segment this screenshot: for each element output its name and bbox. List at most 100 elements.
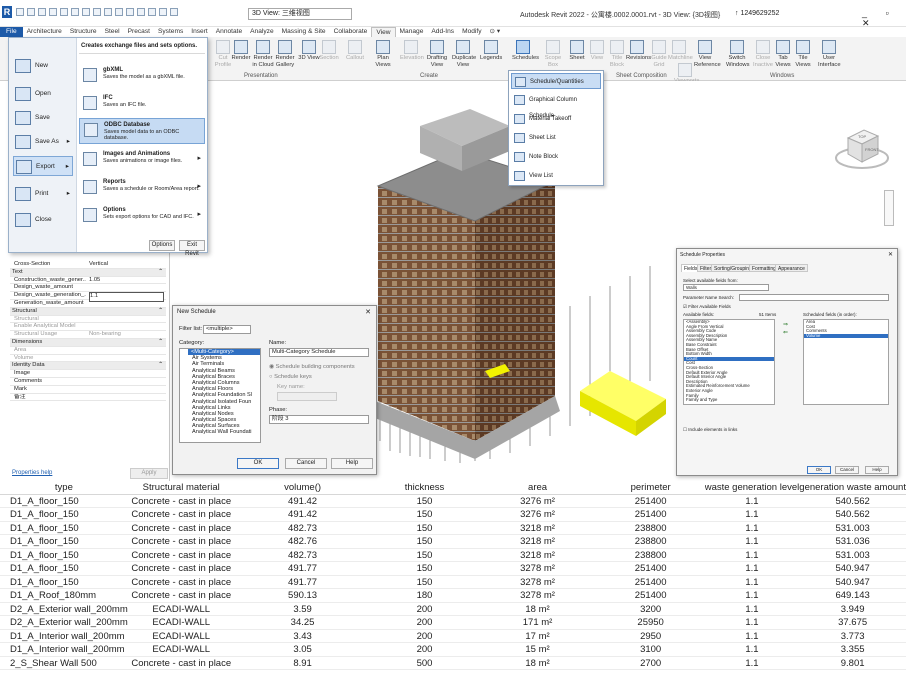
account-name[interactable]: ↑ 1249629252 (735, 10, 779, 17)
plan-views-button[interactable]: Plan Views (372, 40, 394, 68)
export-odbc-database[interactable]: ODBC Database Saves model data to an ODBC… (79, 118, 205, 144)
scheduled-fields-list[interactable]: Area Cost Comments Volume (803, 319, 889, 405)
tab-view[interactable]: View (371, 27, 396, 37)
text-icon[interactable] (115, 8, 123, 16)
exit-revit-button[interactable]: Exit Revit (179, 240, 205, 257)
property-row[interactable]: Design_waste_generation_... 1.1 (10, 292, 166, 302)
menu-material-takeoff[interactable]: Material Takeoff (511, 111, 601, 127)
scope-box-button[interactable]: Scope Box (542, 40, 564, 68)
schedule-keys-radio[interactable]: ○ Schedule keys (269, 374, 312, 380)
redo-icon[interactable] (60, 8, 68, 16)
legends-button[interactable]: Legends (480, 40, 502, 62)
tab-analyze[interactable]: Analyze (246, 27, 277, 37)
sync-icon[interactable] (38, 8, 46, 16)
view-button[interactable]: View (586, 40, 608, 62)
tab-collaborate[interactable]: Collaborate (330, 27, 372, 37)
select-from-dropdown[interactable]: Walls (683, 284, 769, 291)
tab-file[interactable]: File (0, 27, 23, 37)
tab-steel[interactable]: Steel (101, 27, 124, 37)
file-menu-print[interactable]: Print ▸ (13, 184, 73, 204)
help-button[interactable]: Help (865, 466, 889, 474)
open-icon[interactable] (16, 8, 24, 16)
tab-systems[interactable]: Systems (154, 27, 187, 37)
apply-button[interactable]: Apply (130, 468, 168, 479)
tab-precast[interactable]: Precast (124, 27, 154, 37)
close-icon[interactable]: ✕ (365, 308, 371, 316)
menu-sheet-list[interactable]: Sheet List (511, 130, 601, 146)
filter-available-checkbox[interactable]: ☑ Filter Available Fields (683, 304, 731, 310)
cancel-button[interactable]: Cancel (285, 458, 327, 469)
export-reports[interactable]: Reports Saves a schedule or Room/Area rep… (79, 176, 205, 202)
filter-list-select[interactable]: <multiple> (203, 325, 251, 334)
3d-view-button[interactable]: 3D View (298, 40, 320, 62)
scheduled-field[interactable]: Volume (804, 333, 888, 339)
property-row[interactable]: Structural (10, 316, 166, 324)
export-gbxml[interactable]: gbXML Saves the model as a gbXML file. (79, 64, 205, 90)
switch-windows-icon[interactable] (170, 8, 178, 16)
schedules-button[interactable]: Schedules (512, 40, 539, 62)
tab-item[interactable]: ⊙ ▾ (486, 27, 505, 37)
tab-annotate[interactable]: Annotate (212, 27, 246, 37)
view-cube-front[interactable]: FRONT (865, 147, 879, 152)
options-button[interactable]: Options (149, 240, 175, 251)
tile-views-button[interactable]: Tile Views (792, 40, 814, 68)
view-selector[interactable]: 3D View: 三维视图 (248, 8, 352, 20)
property-row[interactable]: 备注 (10, 394, 166, 402)
user-interface-button[interactable]: User Interface (818, 40, 841, 68)
property-row[interactable]: Construction_waste_gener... 1.05 (10, 277, 166, 285)
menu-view-list[interactable]: View List (511, 168, 601, 184)
file-menu-save-as[interactable]: Save As ▸ (13, 132, 73, 152)
callout-button[interactable]: Callout (344, 40, 366, 62)
collapse-icon[interactable]: ⌃ (158, 339, 163, 347)
section-icon[interactable] (137, 8, 145, 16)
property-row[interactable]: Comments (10, 378, 166, 386)
help-button[interactable]: Help (331, 458, 373, 469)
elevation-button[interactable]: Elevation (400, 40, 424, 62)
menu-graphical-column-schedule[interactable]: Graphical Column Schedule (511, 92, 601, 119)
category-item[interactable]: Analytical Wall Foundati (180, 429, 260, 435)
ok-button[interactable]: OK (237, 458, 279, 469)
file-menu-save[interactable]: Save (13, 108, 73, 128)
phase-select[interactable]: 阶段 3 (269, 415, 369, 424)
render-in-cloud-button[interactable]: Render in Cloud (252, 40, 274, 68)
collapse-icon[interactable]: ⌃ (158, 269, 163, 277)
navigation-bar[interactable] (884, 190, 894, 226)
section-button[interactable]: Section (318, 40, 340, 62)
property-row[interactable]: Structural Usage Non-bearing (10, 331, 166, 339)
property-value[interactable]: Vertical (89, 261, 164, 269)
dimension-icon[interactable] (93, 8, 101, 16)
export-options[interactable]: Options Sets export options for CAD and I… (79, 204, 205, 230)
close-icon[interactable]: ✕ (888, 251, 893, 258)
property-row[interactable]: Volume (10, 355, 166, 363)
close-windows-icon[interactable] (159, 8, 167, 16)
available-field[interactable]: Family and Type (684, 397, 774, 403)
title-block-button[interactable]: Title Block (606, 40, 628, 68)
include-links-checkbox[interactable]: ☐ Include elements in links (683, 427, 737, 433)
property-row[interactable]: Generation_waste_amount (10, 300, 166, 308)
duplicate-view-button[interactable]: Duplicate View (452, 40, 476, 68)
tag-icon[interactable] (104, 8, 112, 16)
ok-button[interactable]: OK (807, 466, 831, 474)
undo-icon[interactable] (49, 8, 57, 16)
print-icon[interactable] (71, 8, 79, 16)
property-row[interactable]: Area (10, 347, 166, 355)
3d-view-icon[interactable] (126, 8, 134, 16)
measure-icon[interactable] (82, 8, 90, 16)
tab-massing-site[interactable]: Massing & Site (278, 27, 330, 37)
file-menu-open[interactable]: Open (13, 84, 73, 104)
window-controls[interactable]: _ ▫ ✕ (862, 8, 906, 29)
tab-architecture[interactable]: Architecture (23, 27, 66, 37)
file-menu-close[interactable]: Close (13, 210, 73, 230)
property-row[interactable]: Design_waste_amount (10, 284, 166, 293)
view-cube-top[interactable]: TOP (858, 134, 866, 139)
revisions-button[interactable]: Revisions (626, 40, 651, 62)
switch-windows-button[interactable]: Switch Windows (726, 40, 750, 68)
guide-grid-button[interactable]: Guide Grid (648, 40, 670, 68)
close-inactive-button[interactable]: Close Inactive (752, 40, 774, 68)
collapse-icon[interactable]: ⌃ (158, 308, 163, 316)
tab-structure[interactable]: Structure (66, 27, 101, 37)
save-icon[interactable] (27, 8, 35, 16)
render-button[interactable]: Render (230, 40, 252, 62)
tab-add-ins[interactable]: Add-Ins (427, 27, 458, 37)
cancel-button[interactable]: Cancel (835, 466, 859, 474)
